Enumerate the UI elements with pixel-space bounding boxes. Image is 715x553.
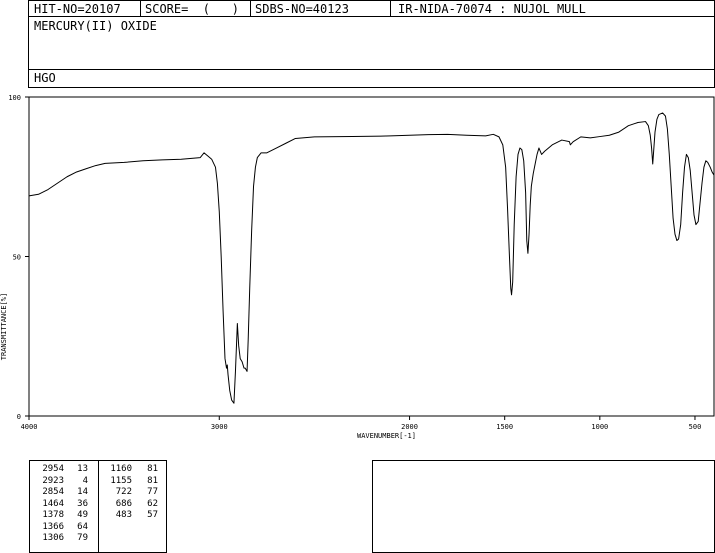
- sdbs-number: SDBS-NO=40123: [255, 2, 349, 16]
- y-tick-label: 0: [17, 413, 21, 421]
- header-divider-top: [28, 16, 715, 17]
- peak-intensity: 79: [77, 533, 88, 543]
- peak-intensity: 81: [147, 475, 158, 486]
- hit-number: HIT-NO=20107: [34, 2, 121, 16]
- y-tick-label: 100: [8, 94, 21, 102]
- peak-wavenumber: 1378: [42, 510, 64, 520]
- plot-frame: [28, 96, 715, 417]
- compound-name: MERCURY(II) OXIDE: [34, 19, 157, 33]
- peak-intensity: 64: [77, 521, 88, 532]
- peak-intensity: 57: [147, 510, 158, 520]
- x-tick-label: 2000: [401, 423, 418, 431]
- peak-wavenumber: 1306: [42, 533, 64, 543]
- header-sep-3: [390, 0, 391, 17]
- peak-wavenumber: 483: [115, 510, 132, 520]
- peak-wavenumber: 686: [115, 498, 132, 509]
- peak-intensity: 77: [147, 487, 158, 497]
- x-tick-label: 1000: [591, 423, 608, 431]
- y-tick-label: 50: [13, 254, 21, 262]
- spectrum-line: [28, 112, 715, 404]
- peak-intensity: 81: [147, 464, 158, 474]
- peak-wavenumber: 2954: [42, 464, 64, 474]
- peak-intensity: 62: [147, 498, 158, 509]
- header-panel: [28, 0, 715, 88]
- peak-wavenumber: 2854: [42, 487, 64, 497]
- x-tick-label: 4000: [21, 423, 38, 431]
- peak-intensity: 49: [77, 510, 88, 520]
- peak-table-divider: [98, 460, 99, 553]
- peak-intensity: 36: [77, 498, 88, 509]
- peak-intensity: 13: [77, 464, 88, 474]
- x-tick-label: 1500: [496, 423, 513, 431]
- info-panel: [372, 460, 715, 553]
- header-divider-formula: [28, 69, 715, 70]
- ir-spectrum-chart: 4000 3000 2000 1500 1000 500 0 50 100 WAVENUMBER[…: [0, 94, 715, 440]
- x-tick-label: 500: [689, 423, 702, 431]
- ir-identifier: IR-NIDA-70074 : NUJOL MULL: [398, 2, 586, 16]
- peak-intensity: 4: [82, 475, 88, 486]
- peak-wavenumber: 1366: [42, 521, 64, 532]
- peak-wavenumber: 1464: [42, 498, 64, 509]
- peak-wavenumber: 1155: [110, 475, 132, 486]
- header-sep-2: [250, 0, 251, 17]
- x-tick-label: 3000: [211, 423, 228, 431]
- peak-wavenumber: 2923: [42, 475, 64, 486]
- peak-wavenumber: 1160: [110, 464, 132, 474]
- peak-wavenumber: 722: [115, 487, 132, 497]
- score: SCORE= ( ): [145, 2, 239, 16]
- peak-intensity: 14: [77, 487, 88, 497]
- y-axis-label: TRANSMITTANCE[%]: [0, 293, 8, 360]
- header-sep-1: [140, 0, 141, 17]
- x-axis-label: WAVENUMBER[-1]: [357, 432, 416, 440]
- molecular-formula: HGO: [34, 71, 56, 85]
